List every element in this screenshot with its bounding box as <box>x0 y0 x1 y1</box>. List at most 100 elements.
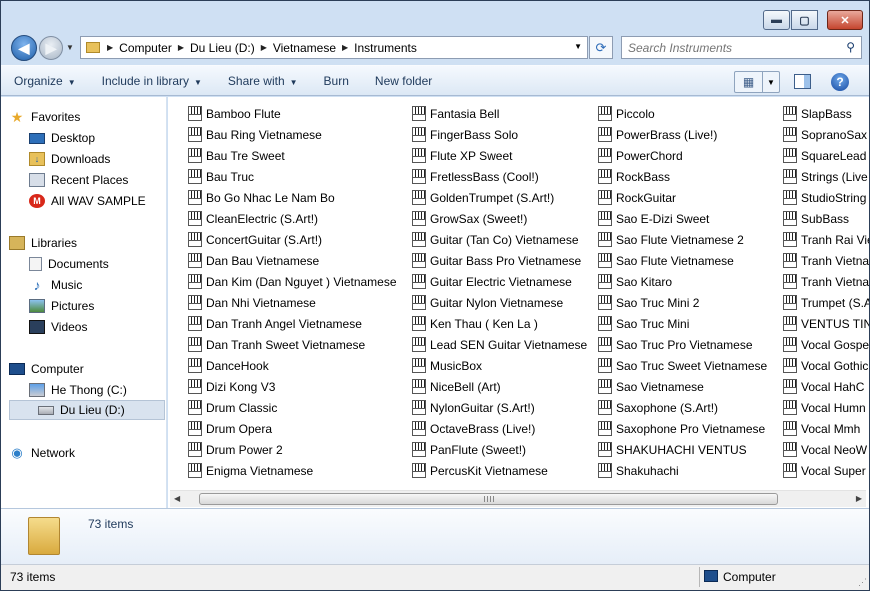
close-button[interactable]: ✕ <box>827 10 863 30</box>
list-item[interactable]: DanceHook <box>188 355 397 376</box>
sidebar-item-pictures[interactable]: Pictures <box>29 296 94 316</box>
list-item[interactable]: Piccolo <box>598 103 767 124</box>
list-item[interactable]: GrowSax (Sweet!) <box>412 208 587 229</box>
list-item[interactable]: RockGuitar <box>598 187 767 208</box>
list-item[interactable]: Sao Truc Pro Vietnamese <box>598 334 767 355</box>
scroll-left-icon[interactable]: ◀ <box>174 494 180 503</box>
list-item[interactable]: Guitar Electric Vietnamese <box>412 271 587 292</box>
sidebar-item-documents[interactable]: Documents <box>29 254 109 274</box>
list-item[interactable]: SquareLead <box>783 145 869 166</box>
list-item[interactable]: Drum Classic <box>188 397 397 418</box>
list-item[interactable]: Dan Kim (Dan Nguyet ) Vietnamese <box>188 271 397 292</box>
help-button[interactable]: ? <box>831 73 849 91</box>
list-item[interactable]: Flute XP Sweet <box>412 145 587 166</box>
sidebar-item-downloads[interactable]: ↓ Downloads <box>29 149 110 169</box>
list-item[interactable]: Lead SEN Guitar Vietnamese <box>412 334 587 355</box>
list-item[interactable]: Saxophone (S.Art!) <box>598 397 767 418</box>
list-item[interactable]: Guitar Nylon Vietnamese <box>412 292 587 313</box>
list-item[interactable]: Drum Opera <box>188 418 397 439</box>
list-item[interactable]: Guitar (Tan Co) Vietnamese <box>412 229 587 250</box>
chevron-right-icon[interactable]: ▶ <box>104 43 116 52</box>
list-item[interactable]: GoldenTrumpet (S.Art!) <box>412 187 587 208</box>
list-item[interactable]: Sao E-Dizi Sweet <box>598 208 767 229</box>
sidebar-network[interactable]: ◉ Network <box>9 443 75 463</box>
list-item[interactable]: SubBass <box>783 208 869 229</box>
list-item[interactable]: PowerBrass (Live!) <box>598 124 767 145</box>
chevron-right-icon[interactable]: ▶ <box>258 43 270 52</box>
list-item[interactable]: ConcertGuitar (S.Art!) <box>188 229 397 250</box>
list-item[interactable]: PanFlute (Sweet!) <box>412 439 587 460</box>
list-item[interactable]: Bau Ring Vietnamese <box>188 124 397 145</box>
sidebar-item-videos[interactable]: Videos <box>29 317 87 337</box>
list-item[interactable]: SopranoSax <box>783 124 869 145</box>
list-item[interactable]: Vocal HahC <box>783 376 869 397</box>
list-item[interactable]: Dizi Kong V3 <box>188 376 397 397</box>
list-item[interactable]: Trumpet (S.A <box>783 292 869 313</box>
list-item[interactable]: FretlessBass (Cool!) <box>412 166 587 187</box>
list-item[interactable]: VENTUS TIN <box>783 313 869 334</box>
list-item[interactable]: PowerChord <box>598 145 767 166</box>
address-bar[interactable]: ▶ Computer ▶ Du Lieu (D:) ▶ Vietnamese ▶… <box>80 36 588 59</box>
list-item[interactable]: StudioString <box>783 187 869 208</box>
file-list[interactable]: Bamboo Flute Bau Ring Vietnamese Bau Tre S… <box>168 97 869 508</box>
list-item[interactable]: Ken Thau ( Ken La ) <box>412 313 587 334</box>
sidebar-favorites[interactable]: ★ Favorites <box>9 107 81 127</box>
resize-grip-icon[interactable]: ⋰ <box>858 577 867 588</box>
list-item[interactable]: Vocal NeoW <box>783 439 869 460</box>
list-item[interactable]: Dan Nhi Vietnamese <box>188 292 397 313</box>
list-item[interactable]: SHAKUHACHI VENTUS <box>598 439 767 460</box>
scroll-thumb[interactable] <box>199 493 778 505</box>
sidebar-libraries[interactable]: Libraries <box>9 233 77 253</box>
title-bar[interactable]: ▬ ▢ ✕ <box>1 1 869 33</box>
maximize-button[interactable]: ▢ <box>791 10 818 30</box>
list-item[interactable]: Bau Tre Sweet <box>188 145 397 166</box>
breadcrumb-vietnamese[interactable]: Vietnamese <box>270 41 339 55</box>
view-options[interactable]: ▦ ▼ <box>734 71 780 93</box>
view-dropdown[interactable]: ▼ <box>763 72 779 92</box>
list-item[interactable]: PercusKit Vietnamese <box>412 460 587 481</box>
breadcrumb-instruments[interactable]: Instruments <box>351 41 420 55</box>
list-item[interactable]: Sao Flute Vietnamese 2 <box>598 229 767 250</box>
list-item[interactable]: Bo Go Nhac Le Nam Bo <box>188 187 397 208</box>
list-item[interactable]: RockBass <box>598 166 767 187</box>
list-item[interactable]: Vocal Super <box>783 460 869 481</box>
list-item[interactable]: Dan Bau Vietnamese <box>188 250 397 271</box>
list-item[interactable]: Guitar Bass Pro Vietnamese <box>412 250 587 271</box>
list-item[interactable]: SlapBass <box>783 103 869 124</box>
list-item[interactable]: Strings (Live <box>783 166 869 187</box>
list-item[interactable]: Sao Truc Sweet Vietnamese <box>598 355 767 376</box>
include-in-library-button[interactable]: Include in library ▼ <box>89 74 215 88</box>
list-item[interactable]: Shakuhachi <box>598 460 767 481</box>
address-dropdown[interactable]: ▼ <box>574 42 582 51</box>
sidebar-item-desktop[interactable]: Desktop <box>29 128 95 148</box>
preview-pane-button[interactable] <box>794 74 811 89</box>
list-item[interactable]: Sao Kitaro <box>598 271 767 292</box>
share-with-button[interactable]: Share with ▼ <box>215 74 311 88</box>
chevron-right-icon[interactable]: ▶ <box>175 43 187 52</box>
breadcrumb-computer[interactable]: Computer <box>116 41 175 55</box>
sidebar-item-music[interactable]: ♪ Music <box>29 275 83 295</box>
list-item[interactable]: Vocal Gospe <box>783 334 869 355</box>
list-item[interactable]: Vocal Mmh <box>783 418 869 439</box>
list-item[interactable]: Sao Vietnamese <box>598 376 767 397</box>
list-item[interactable]: CleanElectric (S.Art!) <box>188 208 397 229</box>
list-item[interactable]: MusicBox <box>412 355 587 376</box>
sidebar-computer[interactable]: Computer <box>9 359 84 379</box>
list-item[interactable]: Tranh Vietna <box>783 271 869 292</box>
view-icon[interactable]: ▦ <box>735 72 763 92</box>
list-item[interactable]: Vocal Gothic <box>783 355 869 376</box>
search-box[interactable]: ⚲ <box>621 36 862 59</box>
list-item[interactable]: Saxophone Pro Vietnamese <box>598 418 767 439</box>
search-icon[interactable]: ⚲ <box>846 40 855 54</box>
recent-pages-dropdown[interactable]: ▼ <box>66 43 74 52</box>
breadcrumb-drive[interactable]: Du Lieu (D:) <box>187 41 258 55</box>
list-item[interactable]: Dan Tranh Sweet Vietnamese <box>188 334 397 355</box>
refresh-button[interactable]: ⟳ <box>589 36 613 59</box>
list-item[interactable]: Sao Truc Mini 2 <box>598 292 767 313</box>
back-button[interactable]: ◀ <box>11 35 37 61</box>
new-folder-button[interactable]: New folder <box>362 74 445 88</box>
list-item[interactable]: Bau Truc <box>188 166 397 187</box>
list-item[interactable]: Tranh Rai Vie <box>783 229 869 250</box>
list-item[interactable]: OctaveBrass (Live!) <box>412 418 587 439</box>
scroll-right-icon[interactable]: ▶ <box>856 494 862 503</box>
